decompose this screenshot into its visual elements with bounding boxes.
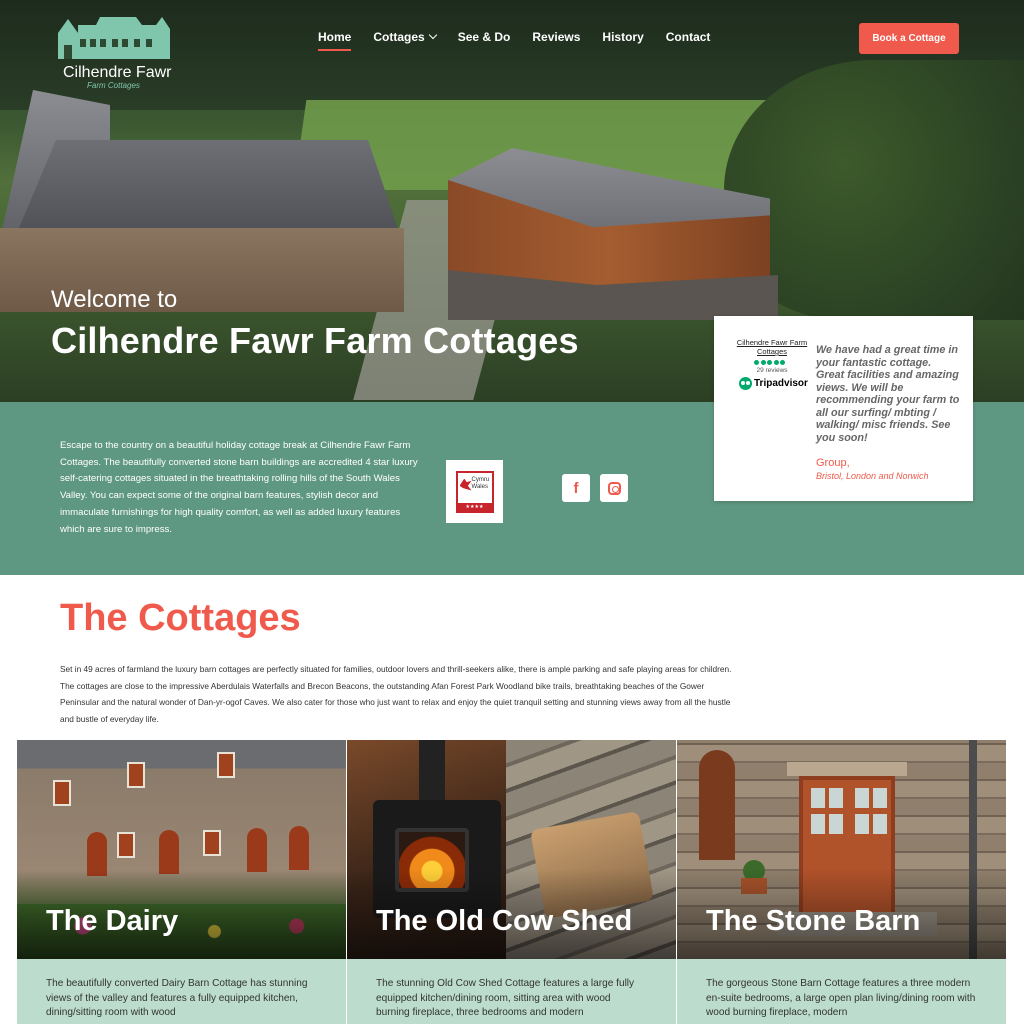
door-pane bbox=[811, 788, 825, 808]
cottage-title: The Stone Barn bbox=[706, 905, 921, 937]
window bbox=[117, 832, 135, 858]
plant bbox=[743, 860, 765, 882]
cottage-logo-icon bbox=[58, 17, 170, 59]
door-pane bbox=[829, 788, 843, 808]
door-pane bbox=[855, 788, 869, 808]
review-location: Bristol, London and Norwich bbox=[816, 471, 929, 481]
tripadvisor-owl-icon bbox=[739, 377, 752, 390]
door-pane bbox=[873, 788, 887, 808]
fire-icon bbox=[395, 828, 469, 892]
cottages-heading: The Cottages bbox=[60, 597, 301, 639]
star-rating: ★★★★ bbox=[457, 502, 492, 511]
rating-bubble-icon bbox=[767, 360, 772, 365]
chevron-down-icon bbox=[428, 30, 437, 40]
book-cottage-button[interactable]: Book a Cottage bbox=[859, 23, 959, 54]
nav-reviews-label: Reviews bbox=[532, 30, 581, 44]
door bbox=[699, 750, 735, 860]
nav-home[interactable]: Home bbox=[318, 30, 352, 51]
door bbox=[289, 826, 309, 870]
hero-barn-roof bbox=[16, 140, 400, 235]
door-pane bbox=[855, 814, 869, 834]
intro-text: Escape to the country on a beautiful hol… bbox=[60, 440, 418, 535]
site-logo[interactable]: Cilhendre Fawr Farm Cottages bbox=[54, 15, 172, 93]
main-nav: Home Cottages See & Do Reviews History C… bbox=[318, 30, 732, 51]
nav-history[interactable]: History bbox=[602, 30, 643, 50]
cottage-card-stone-barn[interactable]: The Stone Barn The gorgeous Stone Barn C… bbox=[677, 740, 1006, 1024]
window bbox=[53, 780, 71, 806]
logo-tagline: Farm Cottages bbox=[87, 81, 140, 90]
rating-bubble-icon bbox=[754, 360, 759, 365]
facebook-icon: f bbox=[573, 479, 579, 497]
door bbox=[87, 832, 107, 876]
window bbox=[127, 762, 145, 788]
tripadvisor-review-card: Cilhendre Fawr Farm Cottages 29 reviews … bbox=[714, 316, 973, 501]
drainpipe bbox=[969, 740, 977, 959]
rating-bubble-icon bbox=[760, 360, 766, 365]
door-pane bbox=[811, 814, 825, 834]
visit-wales-logo: Cymru Wales ★★★★ bbox=[455, 470, 494, 513]
cottage-summary: The stunning Old Cow Shed Cottage featur… bbox=[347, 959, 676, 1024]
cottage-title: The Dairy bbox=[46, 905, 179, 937]
instagram-icon bbox=[607, 481, 621, 495]
rating-bubble-icon bbox=[780, 360, 785, 365]
review-author: Group, bbox=[816, 457, 850, 469]
facebook-button[interactable]: f bbox=[562, 474, 590, 502]
nav-see-and-do-label: See & Do bbox=[457, 30, 511, 44]
instagram-button[interactable] bbox=[600, 474, 628, 502]
tripadvisor-logo[interactable]: Tripadvisor bbox=[739, 377, 808, 390]
review-count[interactable]: 29 reviews bbox=[736, 367, 808, 374]
plant-pot bbox=[741, 878, 767, 894]
cottage-card-dairy[interactable]: The Dairy The beautifully converted Dair… bbox=[17, 740, 346, 1024]
door bbox=[159, 830, 179, 874]
nav-cottages[interactable]: Cottages bbox=[373, 30, 437, 50]
hero-welcome: Welcome to bbox=[51, 286, 178, 313]
tripadvisor-business-link[interactable]: Cilhendre Fawr Farm Cottages bbox=[736, 338, 808, 356]
cottage-card-old-cow-shed[interactable]: The Old Cow Shed The stunning Old Cow Sh… bbox=[347, 740, 676, 1024]
cottage-summary: The beautifully converted Dairy Barn Cot… bbox=[17, 959, 346, 1024]
stove-pipe bbox=[419, 740, 445, 802]
door-pane bbox=[873, 814, 887, 834]
bubble-rating bbox=[754, 360, 785, 365]
logo-name: Cilhendre Fawr bbox=[63, 64, 172, 81]
review-quote: We have had a great time in your fantast… bbox=[816, 344, 960, 444]
visit-wales-text: Cymru Wales bbox=[471, 476, 490, 490]
nav-home-label: Home bbox=[318, 30, 352, 44]
cottage-title: The Old Cow Shed bbox=[376, 905, 633, 937]
door bbox=[247, 828, 267, 872]
visit-wales-badge[interactable]: Cymru Wales ★★★★ bbox=[446, 460, 503, 523]
window bbox=[203, 830, 221, 856]
nav-cottages-label: Cottages bbox=[373, 30, 425, 44]
french-door bbox=[799, 776, 895, 916]
door-pane bbox=[829, 814, 843, 834]
cottages-description: Set in 49 acres of farmland the luxury b… bbox=[60, 664, 732, 724]
window bbox=[217, 752, 235, 778]
tripadvisor-wordmark: Tripadvisor bbox=[754, 378, 808, 389]
nav-reviews[interactable]: Reviews bbox=[532, 30, 580, 50]
dragon-icon bbox=[459, 478, 472, 491]
cottage-summary: The gorgeous Stone Barn Cottage features… bbox=[677, 959, 1006, 1024]
log-pile bbox=[530, 811, 654, 919]
nav-contact[interactable]: Contact bbox=[666, 30, 711, 50]
lintel bbox=[787, 762, 907, 776]
nav-history-label: History bbox=[602, 30, 644, 44]
nav-see-and-do[interactable]: See & Do bbox=[458, 30, 511, 50]
hero-title: Cilhendre Fawr Farm Cottages bbox=[51, 320, 579, 361]
nav-contact-label: Contact bbox=[665, 30, 711, 44]
rating-bubble-icon bbox=[773, 360, 779, 365]
